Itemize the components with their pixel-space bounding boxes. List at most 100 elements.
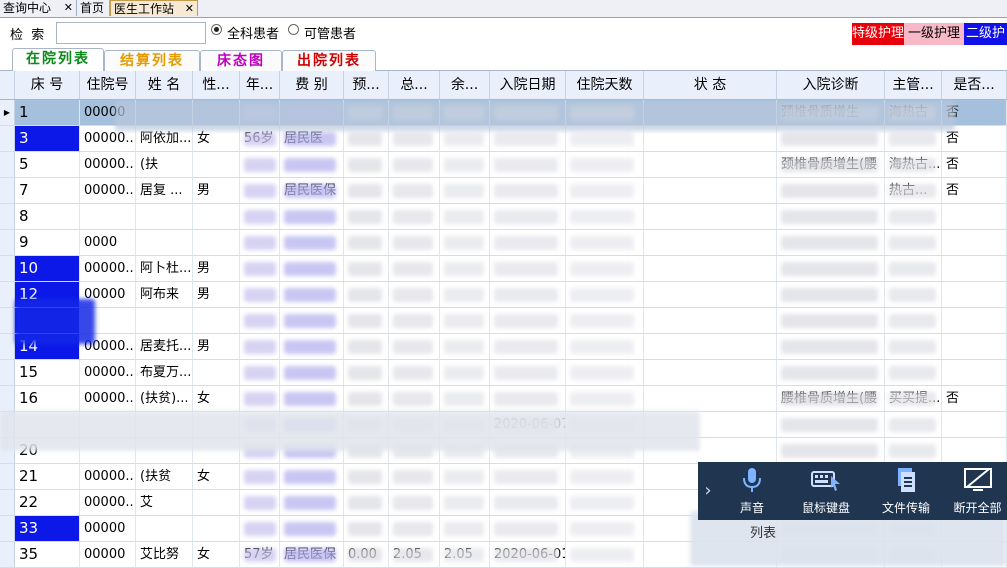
cell-status xyxy=(644,308,777,333)
privacy-blur xyxy=(284,184,336,198)
privacy-blur xyxy=(244,366,276,380)
privacy-blur xyxy=(348,210,382,224)
privacy-blur xyxy=(393,366,433,380)
cell-name: 居麦托... xyxy=(136,334,193,359)
column-header[interactable]: 状 态 xyxy=(644,71,777,99)
search-input[interactable] xyxy=(56,22,206,44)
cell-status xyxy=(644,282,777,307)
cell-name: 艾 xyxy=(136,490,193,515)
table-row[interactable]: 500000...(扶颈椎骨质增生(腰海热古...否 xyxy=(0,152,1007,178)
privacy-blur xyxy=(348,262,382,276)
table-row[interactable]: 1600000...(扶贫)...女腰椎骨质增生(腰买买提...否 xyxy=(0,386,1007,412)
column-header[interactable]: 住院天数 xyxy=(566,71,644,99)
privacy-blur xyxy=(244,548,276,562)
privacy-blur xyxy=(494,392,558,406)
privacy-blur xyxy=(781,314,878,328)
privacy-blur xyxy=(244,132,276,146)
column-header[interactable]: 性... xyxy=(193,71,240,99)
file-transfer-label: 文件传输 xyxy=(881,501,930,515)
privacy-blur xyxy=(570,288,634,302)
cell-bed: 21 xyxy=(15,464,80,489)
privacy-blur xyxy=(284,288,336,302)
column-header[interactable]: 费 别 xyxy=(280,71,344,99)
file-transfer-button[interactable]: 文件传输 xyxy=(868,466,944,516)
cell-name xyxy=(136,230,193,255)
privacy-blur xyxy=(284,210,336,224)
row-indicator xyxy=(0,490,15,515)
column-header[interactable]: 入院日期 xyxy=(490,71,566,99)
cell-name: 阿卜杜... xyxy=(136,256,193,281)
table-row[interactable]: 700000...居复 ...男居民医保热古...否 xyxy=(0,178,1007,204)
cell-name: 布夏万... xyxy=(136,360,193,385)
column-header[interactable]: 年... xyxy=(240,71,280,99)
privacy-blur xyxy=(889,158,936,172)
privacy-blur xyxy=(284,262,336,276)
cell-bed: 8 xyxy=(15,204,80,229)
sound-button[interactable]: 声音 xyxy=(714,466,790,516)
row-indicator xyxy=(0,464,15,489)
column-header[interactable]: 是否... xyxy=(942,71,1007,99)
column-header[interactable]: 主管... xyxy=(885,71,942,99)
table-row[interactable]: 10 00000... 阿卜杜... 男 xyxy=(0,256,1007,282)
cell-sex xyxy=(193,308,240,333)
privacy-blur xyxy=(348,340,382,354)
privacy-blur xyxy=(284,158,336,172)
table-row[interactable]: 9 0000 xyxy=(0,230,1007,256)
cell-flag xyxy=(942,412,1007,437)
privacy-blur xyxy=(494,184,558,198)
radio-all-patients[interactable] xyxy=(211,24,222,35)
column-header[interactable]: 姓 名 xyxy=(136,71,193,99)
remote-footer-label: 列表 xyxy=(750,526,777,541)
privacy-blur xyxy=(393,548,433,562)
tab-query-center[interactable]: 查询中心 ✕ xyxy=(0,0,77,16)
column-header[interactable]: 余... xyxy=(440,71,490,99)
privacy-blur xyxy=(244,314,276,328)
disconnect-all-button[interactable]: 断开全部 xyxy=(948,466,1007,516)
cell-adm: 00000... xyxy=(80,490,136,515)
tab-home[interactable]: 首页 xyxy=(77,0,110,16)
cell-adm: 00000... xyxy=(80,152,136,177)
cell-sex xyxy=(193,516,240,541)
column-header[interactable]: 入院诊断 xyxy=(777,71,885,99)
cell-status xyxy=(644,256,777,281)
privacy-blur xyxy=(494,496,558,510)
cell-sex: 女 xyxy=(193,542,240,567)
privacy-blur xyxy=(781,236,878,250)
close-icon[interactable]: ✕ xyxy=(64,0,73,16)
tab-inpatient-list[interactable]: 在院列表 xyxy=(12,48,104,71)
radio-managed-patients[interactable] xyxy=(288,24,299,35)
privacy-blur xyxy=(494,470,558,484)
column-header[interactable]: 床 号 xyxy=(15,71,80,99)
privacy-blur xyxy=(570,366,634,380)
privacy-blur xyxy=(444,470,484,484)
cell-bed: 10 xyxy=(15,256,80,281)
privacy-blur xyxy=(494,340,558,354)
cell-name: (扶 xyxy=(136,152,193,177)
column-header[interactable]: 总... xyxy=(389,71,440,99)
privacy-blur xyxy=(244,496,276,510)
column-header[interactable]: 预... xyxy=(344,71,389,99)
mouse-keyboard-button[interactable]: 鼠标键盘 xyxy=(788,466,864,516)
privacy-blur xyxy=(570,340,634,354)
privacy-blur xyxy=(244,392,276,406)
privacy-blur xyxy=(444,236,484,250)
table-row[interactable]: 14 00000... 居麦托... 男 xyxy=(0,334,1007,360)
close-icon[interactable]: ✕ xyxy=(185,1,194,17)
privacy-blur xyxy=(570,262,634,276)
row-indicator xyxy=(0,282,15,307)
table-row[interactable]: 12 00000 阿布来男 xyxy=(0,282,1007,308)
disconnect-icon xyxy=(963,468,992,491)
row-indicator xyxy=(0,334,15,359)
table-row[interactable]: 15 00000... 布夏万... xyxy=(0,360,1007,386)
column-header[interactable]: 住院号 xyxy=(80,71,136,99)
privacy-blur xyxy=(889,288,936,302)
tab-settlement-list[interactable]: 结算列表 xyxy=(104,50,200,71)
tab-doctor-workstation[interactable]: 医生工作站 ✕ xyxy=(110,0,198,16)
privacy-blur xyxy=(244,262,276,276)
cell-flag xyxy=(942,282,1007,307)
tab-bed-status-chart[interactable]: 床态图 xyxy=(200,50,282,71)
privacy-blur xyxy=(889,392,936,406)
table-row[interactable] xyxy=(0,308,1007,334)
tab-discharge-list[interactable]: 出院列表 xyxy=(282,50,376,71)
table-row[interactable]: 8 xyxy=(0,204,1007,230)
